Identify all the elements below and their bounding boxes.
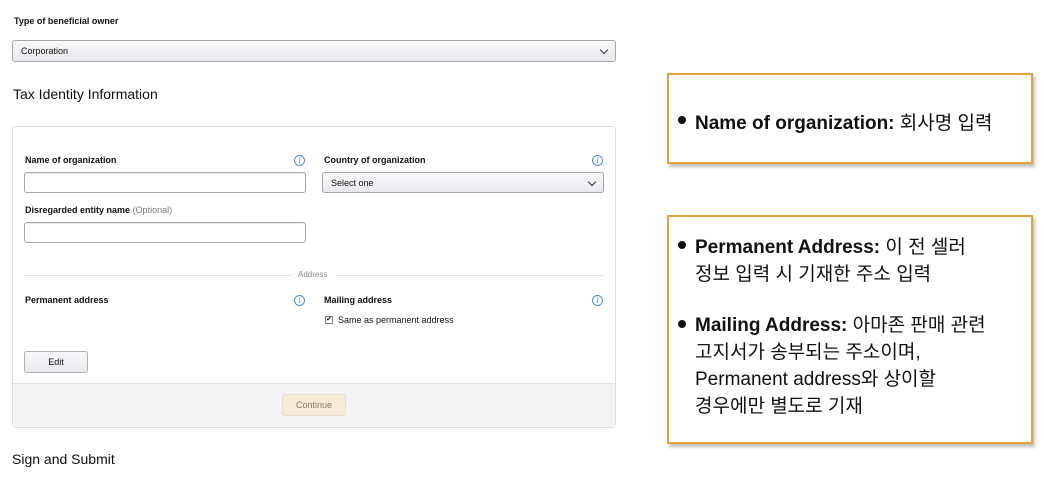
sign-and-submit-title: Sign and Submit <box>12 451 115 467</box>
tax-identity-card: Name of organization i Country of organi… <box>12 126 616 428</box>
disregarded-entity-label-text: Disregarded entity name <box>25 205 131 215</box>
callout-1-desc: 회사명 입력 <box>894 113 993 134</box>
bullet-icon <box>678 241 686 249</box>
permanent-address-label: Permanent address <box>25 295 109 305</box>
name-of-organization-input[interactable] <box>24 172 306 193</box>
callout-2-desc-1a: 이 전 셀러 <box>880 237 966 258</box>
callout-2-line-3: Mailing Address: 아마존 판매 관련 <box>695 310 986 337</box>
address-divider-right <box>336 275 603 276</box>
beneficial-owner-label: Type of beneficial owner <box>14 16 119 26</box>
edit-button[interactable]: Edit <box>24 351 88 373</box>
callout-addresses: Permanent Address: 이 전 셀러 정보 입력 시 기재한 주소… <box>667 215 1033 444</box>
chevron-down-icon <box>599 45 609 55</box>
callout-2-desc-2a: 아마존 판매 관련 <box>847 315 986 336</box>
tax-identity-title: Tax Identity Information <box>13 86 158 102</box>
bullet-icon <box>678 320 686 328</box>
beneficial-owner-selected: Corporation <box>21 46 69 56</box>
callout-1-term: Name of organization: <box>695 113 895 134</box>
callout-1-text: Name of organization: 회사명 입력 <box>695 108 992 135</box>
same-as-permanent-checkbox[interactable]: ✔ <box>325 316 333 324</box>
country-selected: Select one <box>331 178 374 188</box>
disregarded-entity-input[interactable] <box>24 222 306 243</box>
country-of-organization-select[interactable]: Select one <box>322 172 604 193</box>
callout-2-line-5: Permanent address와 상이할 <box>695 369 937 390</box>
name-of-organization-label: Name of organization <box>25 155 117 165</box>
callout-2-line-4: 고지서가 송부되는 주소이며, <box>695 342 921 363</box>
callout-2-term-1: Permanent Address: <box>695 237 881 258</box>
callout-2-line-2: 정보 입력 시 기재한 주소 입력 <box>695 264 932 285</box>
address-divider-label: Address <box>298 270 328 279</box>
country-of-organization-label: Country of organization <box>324 155 426 165</box>
disregarded-entity-label: Disregarded entity name (Optional) <box>25 205 172 215</box>
callout-name-of-organization: Name of organization: 회사명 입력 <box>667 73 1033 164</box>
same-as-permanent-label: Same as permanent address <box>338 315 454 325</box>
callout-2-line-1: Permanent Address: 이 전 셀러 <box>695 232 966 259</box>
permanent-address-info-icon[interactable]: i <box>294 295 305 306</box>
card-footer: Continue <box>13 383 615 427</box>
address-divider-left <box>24 275 292 276</box>
callout-2-line-6: 경우에만 별도로 기재 <box>695 396 863 417</box>
name-org-info-icon[interactable]: i <box>294 155 305 166</box>
callout-2-term-2: Mailing Address: <box>695 315 848 336</box>
beneficial-owner-select[interactable]: Corporation <box>12 40 616 62</box>
bullet-icon <box>678 116 686 124</box>
country-org-info-icon[interactable]: i <box>592 155 603 166</box>
continue-button[interactable]: Continue <box>282 394 346 416</box>
mailing-address-info-icon[interactable]: i <box>592 295 603 306</box>
chevron-down-icon <box>587 177 597 187</box>
optional-tag: (Optional) <box>132 205 173 215</box>
mailing-address-label: Mailing address <box>324 295 393 305</box>
